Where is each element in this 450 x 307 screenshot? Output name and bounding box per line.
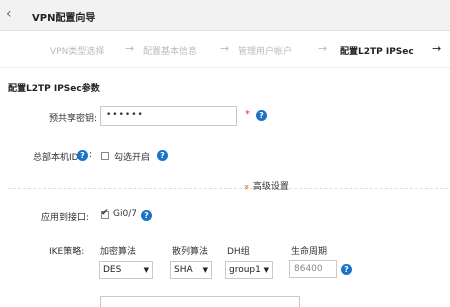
arrow-right-icon: → xyxy=(125,42,135,55)
chevron-down-icon: ▼ xyxy=(202,266,208,274)
hq-id-colon: : xyxy=(89,150,93,160)
section-divider xyxy=(8,188,448,189)
help-icon[interactable]: ? xyxy=(141,210,152,221)
step-user-accounts[interactable]: 管理用户帐户 xyxy=(238,44,292,57)
ike-policy-label: IKE策略: xyxy=(49,247,85,257)
chevron-down-icon: » xyxy=(240,184,251,190)
hq-id-checkbox[interactable] xyxy=(101,152,109,160)
psk-field[interactable]: •••••• xyxy=(100,106,237,126)
help-icon[interactable]: ? xyxy=(341,264,352,275)
title-bar: ‹ VPN配置向导 xyxy=(0,0,450,31)
encryption-select[interactable]: DES ▼ xyxy=(99,261,153,279)
hash-select[interactable]: SHA ▼ xyxy=(170,261,212,279)
required-mark: * xyxy=(245,109,250,120)
step-vpn-type[interactable]: VPN类型选择 xyxy=(50,44,104,57)
interface-checkbox[interactable] xyxy=(101,208,109,219)
help-icon[interactable]: ? xyxy=(157,150,168,161)
chevron-down-icon: ▼ xyxy=(263,266,269,274)
window-title: VPN配置向导 xyxy=(32,13,96,24)
col-lifetime: 生命周期 xyxy=(291,247,328,257)
advanced-settings-label: 高级设置 xyxy=(252,182,289,192)
back-icon[interactable]: ‹ xyxy=(6,6,12,22)
wizard-steps: VPN类型选择 → 配置基本信息 → 管理用户帐户 → 配置L2TP IPSec… xyxy=(0,31,450,68)
section-title: 配置L2TP IPSec参数 xyxy=(8,84,100,94)
step-l2tp-ipsec[interactable]: 配置L2TP IPSec xyxy=(340,44,414,57)
partial-input-box[interactable] xyxy=(100,296,300,307)
psk-label: 预共享密钥: xyxy=(49,114,98,124)
help-icon[interactable]: ? xyxy=(77,150,88,161)
interface-name: Gi0/7 xyxy=(113,209,137,219)
lifetime-field[interactable]: 86400 xyxy=(289,260,337,278)
chevron-down-icon: ▼ xyxy=(143,266,149,274)
col-dh-group: DH组 xyxy=(227,247,250,257)
dh-group-select[interactable]: group1 ▼ xyxy=(225,261,273,279)
apply-interface-label: 应用到接口: xyxy=(41,213,90,223)
col-hash: 散列算法 xyxy=(172,247,209,257)
col-encryption: 加密算法 xyxy=(100,247,137,257)
hq-id-label: 总部本机ID xyxy=(33,153,79,163)
hq-id-checkbox-label: 勾选开启 xyxy=(114,153,151,163)
arrow-right-icon: → xyxy=(318,42,328,55)
arrow-right-icon: → xyxy=(432,42,442,55)
arrow-right-icon: → xyxy=(220,42,230,55)
step-basic-info[interactable]: 配置基本信息 xyxy=(143,44,197,57)
help-icon[interactable]: ? xyxy=(256,110,267,121)
advanced-settings-toggle[interactable]: » 高级设置 xyxy=(240,179,289,192)
